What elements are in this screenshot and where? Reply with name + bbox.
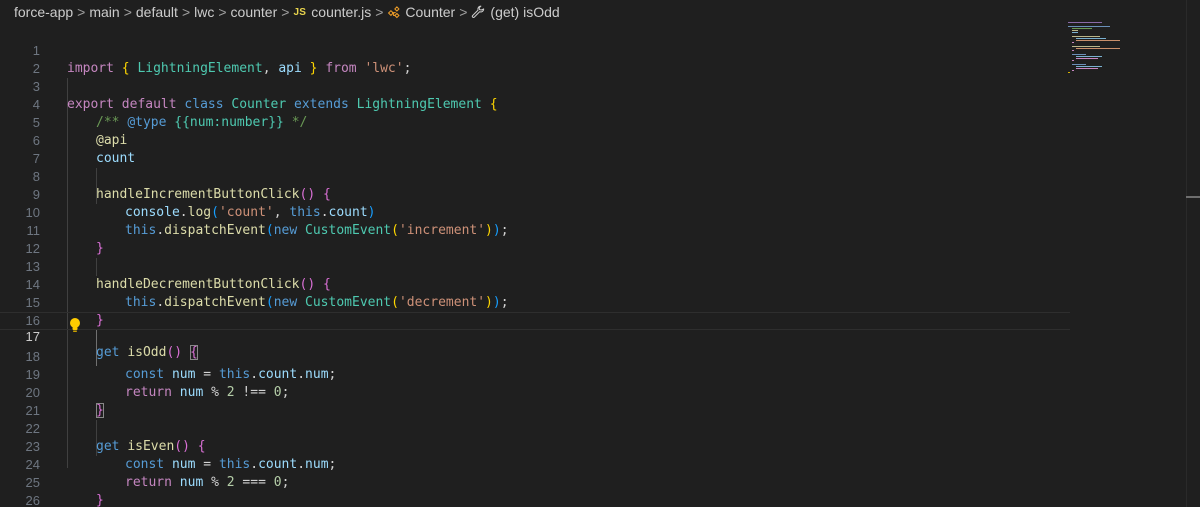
breadcrumb-file-label: counter.js	[311, 4, 372, 20]
code-line: 15 }	[0, 276, 1070, 328]
code-line: 13 handleDecrementButtonClick() {	[0, 240, 1070, 292]
code-line: 18 const num = this.count.num;	[0, 330, 1070, 382]
code-line: 20 }	[0, 366, 1070, 418]
code-line: 10 this.dispatchEvent(new CustomEvent('i…	[0, 186, 1070, 238]
chevron-right-icon: >	[459, 4, 468, 20]
breadcrumb-method-label: (get) isOdd	[490, 4, 560, 20]
code-line: 6 count	[0, 114, 1070, 166]
breadcrumb-item-file[interactable]: JS counter.js	[293, 4, 371, 20]
code-line: 14 this.dispatchEvent(new CustomEvent('d…	[0, 258, 1070, 310]
line-number: 26	[25, 493, 40, 507]
code-line: 16	[0, 294, 1070, 328]
breadcrumb: force-app > main > default > lwc > count…	[0, 0, 1200, 24]
minimap[interactable]	[1068, 20, 1128, 80]
code-line: 5 @api	[0, 96, 1070, 148]
chevron-right-icon: >	[77, 4, 86, 20]
code-line-active: 17 get isOdd() {	[0, 312, 1070, 360]
scrollbar[interactable]	[1186, 0, 1200, 507]
breadcrumb-item-default[interactable]: default	[136, 4, 178, 20]
code-text: }	[96, 493, 104, 507]
chevron-right-icon: >	[375, 4, 384, 20]
chevron-right-icon: >	[218, 4, 227, 20]
code-line: 23 const num = this.count.num;	[0, 420, 1070, 472]
breadcrumb-item-class[interactable]: Counter	[387, 4, 455, 20]
symbol-class-icon	[387, 5, 401, 19]
code-line: 22 get isEven() {	[0, 402, 1070, 454]
breadcrumb-item-counter[interactable]: counter	[231, 4, 278, 20]
scrollbar-cursor-marker	[1186, 196, 1200, 198]
code-line: 8 handleIncrementButtonClick() {	[0, 150, 1070, 202]
code-editor[interactable]: 1 import { LightningElement, api } from …	[0, 24, 1200, 507]
code-line: 4 /** @type {{num:number}} */	[0, 78, 1070, 130]
breadcrumb-class-label: Counter	[405, 4, 456, 20]
breadcrumb-item-lwc[interactable]: lwc	[194, 4, 214, 20]
code-line: 1 import { LightningElement, api } from …	[0, 24, 1070, 76]
chevron-right-icon: >	[281, 4, 290, 20]
breadcrumb-item-main[interactable]: main	[89, 4, 119, 20]
javascript-file-icon: JS	[293, 6, 307, 18]
code-line: 21	[0, 384, 1070, 418]
code-line: 11 }	[0, 204, 1070, 256]
chevron-right-icon: >	[181, 4, 191, 20]
code-line: 19 return num % 2 !== 0;	[0, 348, 1070, 400]
chevron-right-icon: >	[123, 4, 132, 20]
breadcrumb-item-method[interactable]: (get) isOdd	[471, 4, 560, 20]
code-line: 24 return num % 2 === 0;	[0, 438, 1070, 490]
lightbulb-icon[interactable]	[68, 317, 82, 333]
code-line: 2	[0, 42, 1070, 76]
code-line: 7	[0, 132, 1070, 166]
code-line: 26 }	[0, 474, 1070, 507]
breadcrumb-item-force-app[interactable]: force-app	[14, 4, 73, 20]
symbol-property-icon	[471, 5, 486, 20]
code-line: 12	[0, 222, 1070, 256]
code-line: 3 export default class Counter extends L…	[0, 60, 1070, 112]
code-line: 9 console.log('count', this.count)	[0, 168, 1070, 220]
code-line: 25 }	[0, 456, 1070, 507]
